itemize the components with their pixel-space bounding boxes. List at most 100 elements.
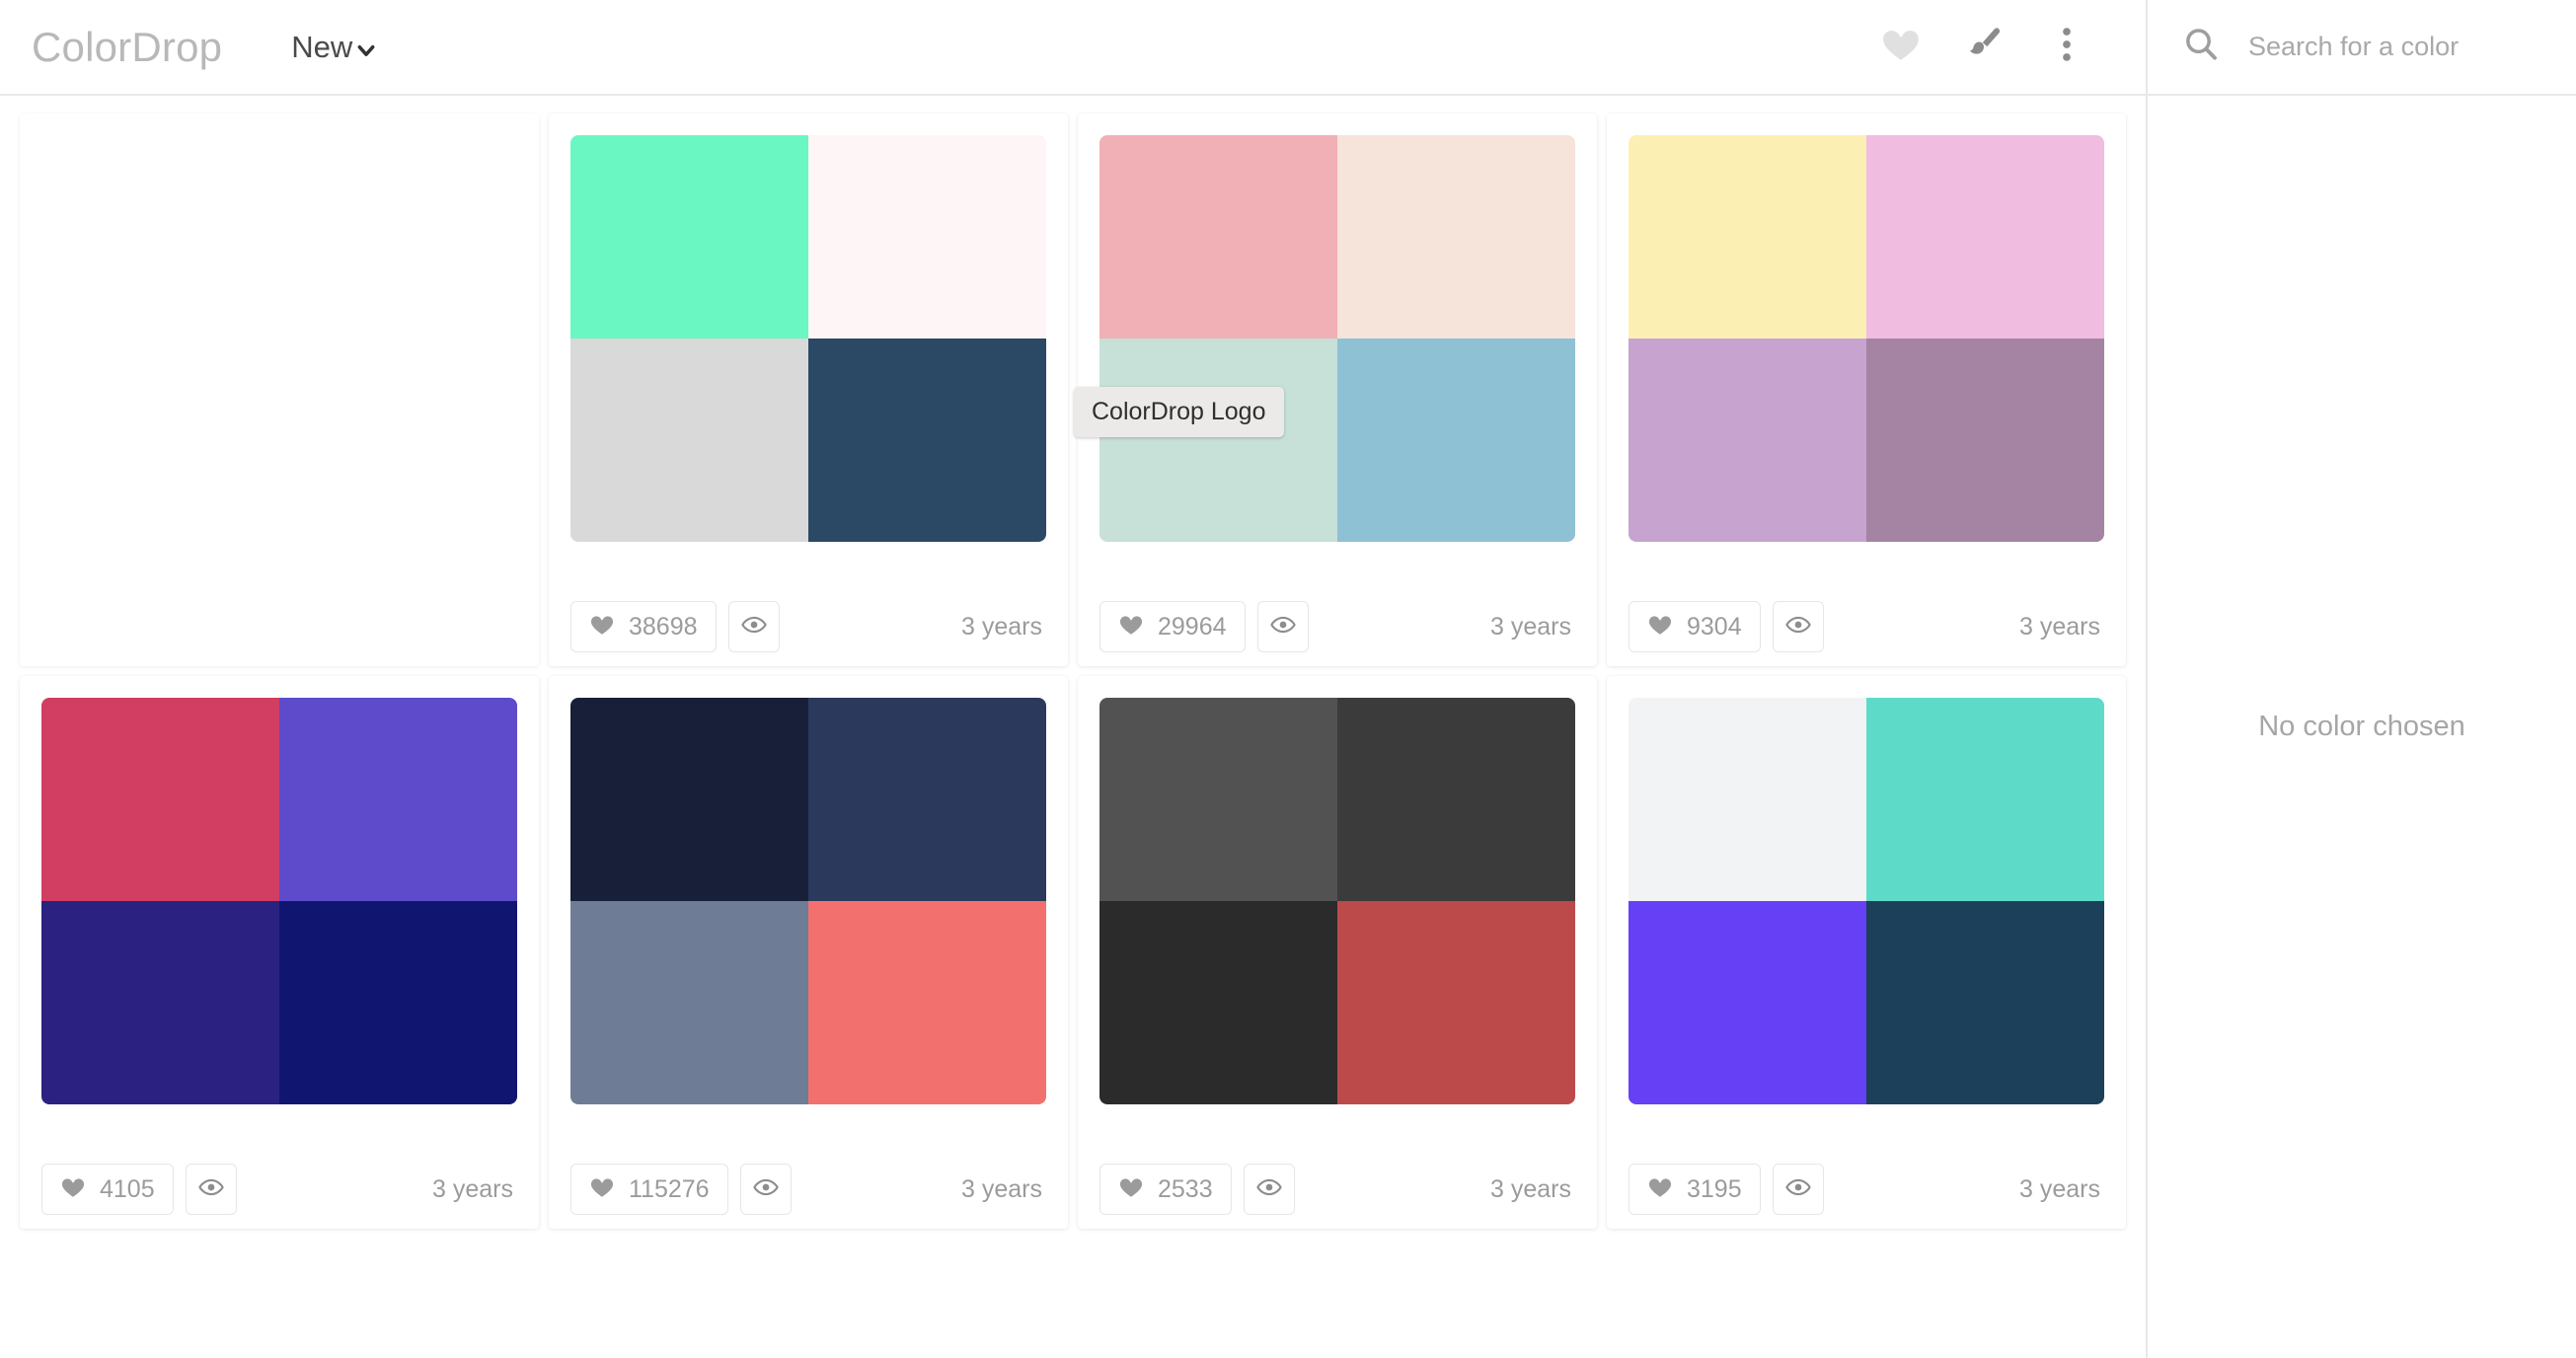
like-count: 4105 bbox=[100, 1174, 155, 1203]
palette-card[interactable]: 9304 3 years bbox=[1607, 113, 2126, 666]
like-count: 115276 bbox=[629, 1174, 710, 1203]
like-button[interactable]: 29964 bbox=[1099, 601, 1246, 652]
heart-icon bbox=[1647, 612, 1673, 642]
heart-icon bbox=[1647, 1174, 1673, 1205]
no-color-chosen-label: No color chosen bbox=[2258, 711, 2465, 742]
preview-button[interactable] bbox=[1772, 1164, 1824, 1215]
color-swatch[interactable] bbox=[1337, 901, 1575, 1104]
color-swatch[interactable] bbox=[41, 901, 279, 1104]
like-button[interactable]: 3195 bbox=[1629, 1164, 1761, 1215]
palette-age: 3 years bbox=[432, 1174, 513, 1203]
like-count: 38698 bbox=[629, 612, 698, 641]
color-swatch[interactable] bbox=[1099, 339, 1337, 542]
color-swatch[interactable] bbox=[570, 698, 808, 901]
palette-card-placeholder[interactable] bbox=[20, 113, 539, 666]
preview-button[interactable] bbox=[727, 601, 780, 652]
color-swatch[interactable] bbox=[41, 698, 279, 901]
heart-icon bbox=[589, 612, 615, 642]
palette-age: 3 years bbox=[2019, 612, 2100, 641]
palette-swatch[interactable] bbox=[570, 698, 1046, 1104]
color-swatch[interactable] bbox=[1866, 698, 2104, 901]
palette-swatch[interactable] bbox=[41, 698, 517, 1104]
like-button[interactable]: 4105 bbox=[41, 1164, 174, 1215]
top-bar-actions bbox=[1859, 6, 2146, 89]
color-swatch[interactable] bbox=[1629, 339, 1866, 542]
paintbrush-button[interactable] bbox=[1942, 6, 2025, 89]
heart-icon bbox=[1118, 1174, 1144, 1205]
preview-button[interactable] bbox=[1772, 601, 1824, 652]
color-swatch[interactable] bbox=[1629, 135, 1866, 339]
color-swatch[interactable] bbox=[808, 135, 1046, 339]
search-input[interactable] bbox=[2248, 32, 2544, 62]
color-swatch[interactable] bbox=[1629, 698, 1866, 901]
palette-card[interactable]: 115276 3 years bbox=[549, 676, 1068, 1229]
palette-swatch[interactable] bbox=[1629, 698, 2104, 1104]
like-button[interactable]: 38698 bbox=[570, 601, 717, 652]
preview-button[interactable] bbox=[185, 1164, 237, 1215]
eye-icon bbox=[1784, 1174, 1811, 1205]
color-swatch[interactable] bbox=[570, 135, 808, 339]
palette-swatch[interactable] bbox=[1629, 135, 2104, 542]
palette-age: 3 years bbox=[961, 612, 1042, 641]
palette-swatch[interactable] bbox=[570, 135, 1046, 542]
color-swatch[interactable] bbox=[1866, 901, 2104, 1104]
like-count: 29964 bbox=[1158, 612, 1227, 641]
palette-card-footer: 29964 3 years bbox=[1099, 585, 1575, 652]
color-swatch[interactable] bbox=[1099, 135, 1337, 339]
eye-icon bbox=[197, 1174, 224, 1205]
palette-card[interactable]: 3195 3 years bbox=[1607, 676, 2126, 1229]
palette-grid-scroll[interactable]: 38698 3 years 29964 3 years 9304 3 years 4105 3… bbox=[0, 96, 2146, 1358]
color-swatch[interactable] bbox=[279, 698, 517, 901]
main-column: ColorDrop New 38698 3 years 29964 3 year… bbox=[0, 0, 2148, 1358]
favorites-button[interactable] bbox=[1859, 6, 1942, 89]
palette-age: 3 years bbox=[2019, 1174, 2100, 1203]
preview-button[interactable] bbox=[1243, 1164, 1295, 1215]
heart-icon bbox=[60, 1174, 86, 1205]
color-swatch[interactable] bbox=[570, 339, 808, 542]
color-swatch[interactable] bbox=[808, 698, 1046, 901]
heart-icon bbox=[589, 1174, 615, 1205]
palette-age: 3 years bbox=[1490, 612, 1571, 641]
app-logo[interactable]: ColorDrop bbox=[32, 26, 222, 68]
color-swatch[interactable] bbox=[1099, 901, 1337, 1104]
like-button[interactable]: 9304 bbox=[1629, 601, 1761, 652]
color-swatch[interactable] bbox=[1337, 698, 1575, 901]
like-button[interactable]: 115276 bbox=[570, 1164, 728, 1215]
like-button[interactable]: 2533 bbox=[1099, 1164, 1232, 1215]
palette-card-footer: 2533 3 years bbox=[1099, 1148, 1575, 1215]
nav-new-label: New bbox=[291, 30, 353, 64]
eye-icon bbox=[1784, 612, 1811, 642]
more-options-button[interactable] bbox=[2025, 6, 2108, 89]
color-swatch[interactable] bbox=[1629, 901, 1866, 1104]
chevron-down-icon bbox=[356, 40, 376, 60]
color-swatch[interactable] bbox=[1337, 135, 1575, 339]
palette-card[interactable]: 2533 3 years bbox=[1078, 676, 1597, 1229]
search-icon bbox=[2181, 25, 2221, 69]
palette-card[interactable]: 38698 3 years bbox=[549, 113, 1068, 666]
color-swatch[interactable] bbox=[279, 901, 517, 1104]
palette-card[interactable]: 4105 3 years bbox=[20, 676, 539, 1229]
color-swatch[interactable] bbox=[1866, 339, 2104, 542]
color-swatch[interactable] bbox=[808, 901, 1046, 1104]
eye-icon bbox=[1269, 612, 1296, 642]
eye-icon bbox=[740, 612, 767, 642]
color-swatch[interactable] bbox=[570, 901, 808, 1104]
like-count: 3195 bbox=[1687, 1174, 1742, 1203]
nav-new-dropdown[interactable]: New bbox=[291, 32, 376, 62]
more-vertical-icon bbox=[2046, 24, 2087, 70]
preview-button[interactable] bbox=[1256, 601, 1309, 652]
preview-button[interactable] bbox=[739, 1164, 792, 1215]
color-swatch[interactable] bbox=[1866, 135, 2104, 339]
color-swatch[interactable] bbox=[808, 339, 1046, 542]
color-swatch[interactable] bbox=[1337, 339, 1575, 542]
palette-swatch[interactable] bbox=[1099, 698, 1575, 1104]
palette-age: 3 years bbox=[961, 1174, 1042, 1203]
color-swatch[interactable] bbox=[1099, 698, 1337, 901]
palette-swatch[interactable] bbox=[1099, 135, 1575, 542]
eye-icon bbox=[752, 1174, 779, 1205]
colordrop-app: ColorDrop New 38698 3 years 29964 3 year… bbox=[0, 0, 2576, 1358]
search-bar bbox=[2148, 0, 2576, 96]
heart-icon bbox=[1880, 24, 1922, 70]
palette-grid: 38698 3 years 29964 3 years 9304 3 years 4105 3… bbox=[20, 113, 2126, 1229]
palette-age: 3 years bbox=[1490, 1174, 1571, 1203]
